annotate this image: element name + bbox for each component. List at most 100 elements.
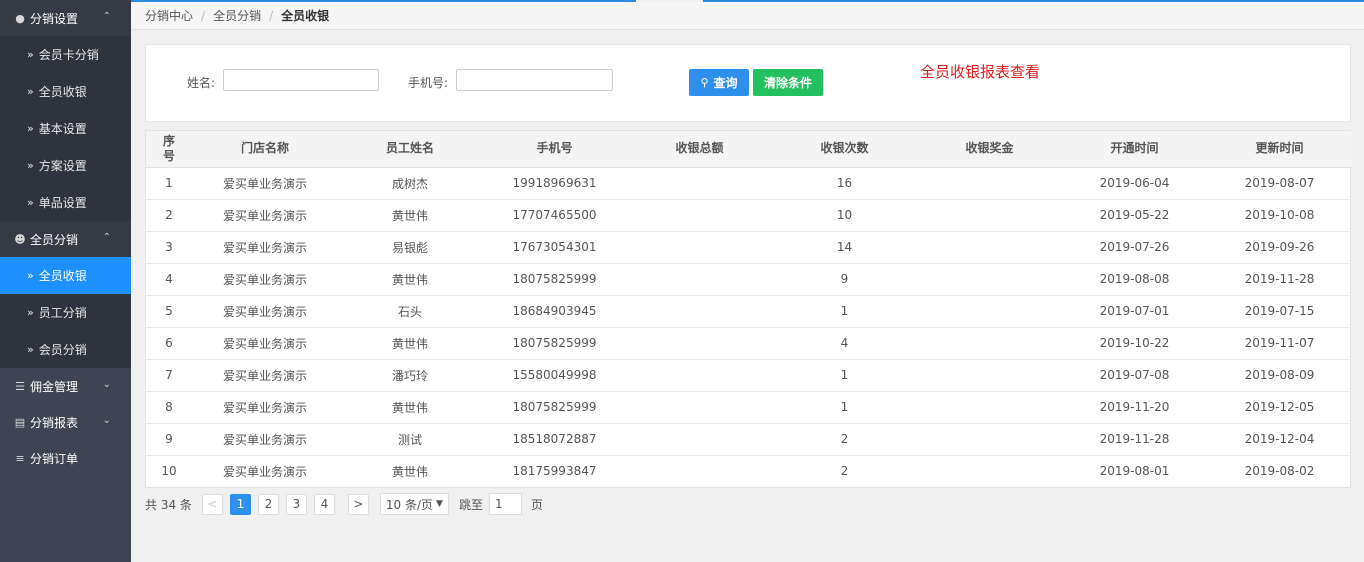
cell-total: [627, 391, 772, 424]
cell-index: 10: [161, 464, 177, 479]
cell-phone: 19918969631: [482, 167, 627, 200]
double-chevron-icon: »: [27, 196, 34, 209]
sidebar-item-member-card-distribution[interactable]: » 会员卡分销: [0, 36, 131, 73]
table-row: 2 爱买单业务演示 黄世伟 17707465500 10 2019-05-22 2019-1…: [146, 199, 1352, 232]
breadcrumb-item[interactable]: 全员分销: [213, 7, 261, 24]
cell-store: 爱买单业务演示: [192, 359, 338, 392]
cell-updated: 2019-11-07: [1207, 327, 1352, 360]
cell-index: 9: [146, 423, 192, 456]
breadcrumb-item[interactable]: 分销中心: [145, 7, 193, 24]
cell-index: 6: [146, 327, 192, 360]
cell-opened: 2019-07-01: [1062, 295, 1207, 328]
sidebar-item-member-distribution[interactable]: » 会员分销: [0, 331, 131, 368]
breadcrumb-separator: /: [269, 8, 274, 23]
cell-phone: 15580049998: [482, 359, 627, 392]
cell-index: 7: [146, 359, 192, 392]
cell-updated: 2019-08-07: [1207, 167, 1352, 200]
breadcrumb: 分销中心 / 全员分销 / 全员收银: [131, 2, 1364, 30]
sidebar-item-product-settings[interactable]: » 单品设置: [0, 184, 131, 221]
cell-phone: 18684903945: [482, 295, 627, 328]
sidebar-item-label: 单品设置: [38, 196, 87, 210]
cell-store: 爱买单业务演示: [192, 327, 338, 360]
cell-phone: 18075825999: [482, 391, 627, 424]
sidebar-group-distribution-settings[interactable]: ● 分销设置 ⌃: [0, 0, 131, 36]
sidebar-item-label: 方案设置: [38, 159, 87, 173]
cell-count: 9: [772, 263, 917, 296]
col-header-count: 收银次数: [772, 131, 917, 168]
cell-store: 爱买单业务演示: [192, 295, 338, 328]
cell-store: 爱买单业务演示: [192, 423, 338, 456]
cell-total: [627, 231, 772, 264]
cell-opened: 2019-05-22: [1062, 199, 1207, 232]
table-row: 6 爱买单业务演示 黄世伟 18075825999 4 2019-10-22 2019-11…: [146, 327, 1352, 360]
clear-conditions-button[interactable]: 清除条件: [753, 69, 823, 96]
table-row: 3 爱买单业务演示 易银彪 17673054301 14 2019-07-26 2019-0…: [146, 231, 1352, 264]
user-icon: ☻: [14, 232, 26, 246]
cell-count: 14: [772, 231, 917, 264]
pager-page-4[interactable]: 4: [313, 493, 335, 515]
query-button[interactable]: ⚲ 查询: [689, 69, 749, 96]
sidebar-group-label: 分销订单: [30, 451, 79, 466]
phone-label: 手机号:: [408, 76, 449, 90]
col-header-index: 序号: [146, 131, 192, 168]
chevron-down-icon: ⌄: [102, 379, 111, 390]
cell-count: 4: [772, 327, 917, 360]
report-icon: ▤: [14, 415, 26, 429]
sidebar-item-staff-distribution[interactable]: » 员工分销: [0, 294, 131, 331]
table-row: 5 爱买单业务演示 石头 18684903945 1 2019-07-01 2019-07-…: [146, 295, 1352, 328]
jump-label: 跳至: [458, 497, 483, 512]
cell-index: 2: [146, 199, 192, 232]
cell-index: 8: [146, 391, 192, 424]
phone-input[interactable]: [456, 69, 613, 91]
col-header-staff: 员工姓名: [338, 131, 482, 168]
double-chevron-icon: »: [27, 269, 34, 282]
cell-updated: 2019-10-08: [1207, 199, 1352, 232]
sidebar-group-reports[interactable]: ▤ 分销报表 ⌄: [0, 404, 131, 440]
pager-prev-button[interactable]: <: [201, 493, 223, 515]
double-chevron-icon: »: [27, 306, 34, 319]
pager-next-button[interactable]: >: [347, 493, 369, 515]
pager-page-2[interactable]: 2: [257, 493, 279, 515]
sidebar-group-all-distribution[interactable]: ☻ 全员分销 ⌃: [0, 221, 131, 257]
cell-staff: 成树杰: [338, 167, 482, 200]
pager-page-1[interactable]: 1: [229, 493, 251, 515]
cell-bonus: [917, 199, 1062, 232]
cell-index: 4: [146, 263, 192, 296]
cell-bonus: [917, 263, 1062, 296]
cell-bonus: [917, 231, 1062, 264]
jump-page-input[interactable]: 1: [488, 493, 522, 515]
cell-bonus: [917, 359, 1062, 392]
cashier-table: 序号 门店名称 员工姓名 手机号 收银总额 收银次数 收银奖金 开通时间 更新时…: [145, 130, 1352, 488]
cell-phone: 18518072887: [482, 423, 627, 456]
sidebar-group-orders[interactable]: ≡ 分销订单: [0, 440, 131, 476]
sidebar-item-all-cashier-active[interactable]: » 全员收银: [0, 257, 131, 294]
cell-opened: 2019-08-01: [1099, 464, 1170, 479]
cell-count: 1: [772, 295, 917, 328]
query-button-label: 查询: [713, 76, 738, 90]
cell-total: [627, 263, 772, 296]
sidebar-item-basic-settings[interactable]: » 基本设置: [0, 110, 131, 147]
table-row: 10 爱买单业务演示 黄世伟 18175993847 2 2019-08-01 2019-0…: [146, 455, 1352, 487]
sidebar-group-commission[interactable]: ☰ 佣金管理 ⌄: [0, 368, 131, 404]
report-note: 全员收银报表查看: [920, 63, 1041, 81]
cell-store: 爱买单业务演示: [192, 231, 338, 264]
cell-phone: 17707465500: [482, 199, 627, 232]
sidebar-item-all-cashier[interactable]: » 全员收银: [0, 73, 131, 110]
cell-total: [627, 295, 772, 328]
cell-index: 1: [146, 167, 192, 200]
sidebar-item-plan-settings[interactable]: » 方案设置: [0, 147, 131, 184]
sidebar-item-label: 员工分销: [38, 306, 87, 320]
col-header-store: 门店名称: [192, 131, 338, 168]
cell-updated: 2019-07-15: [1207, 295, 1352, 328]
page-size-select[interactable]: 10 条/页 ▼: [379, 493, 449, 515]
cell-staff: 黄世伟: [391, 464, 428, 479]
sidebar-item-label: 全员收银: [38, 85, 87, 99]
cell-bonus: [917, 295, 1062, 328]
name-input[interactable]: [223, 69, 379, 91]
pager-total: 共 34 条: [145, 497, 192, 512]
cell-total: [627, 327, 772, 360]
cell-phone: 17673054301: [482, 231, 627, 264]
cell-store: 爱买单业务演示: [192, 263, 338, 296]
pager-page-3[interactable]: 3: [285, 493, 307, 515]
sidebar-group-label: 佣金管理: [30, 379, 79, 394]
